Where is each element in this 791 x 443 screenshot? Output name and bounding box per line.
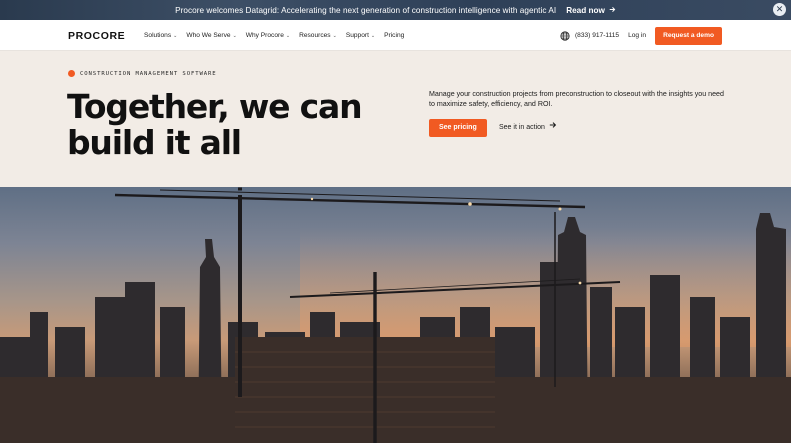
phone-number[interactable]: (833) 917-1115 [575, 32, 619, 39]
arrow-right-icon [549, 119, 557, 137]
nav-menu: Solutions ⌄ Who We Serve ⌄ Why Procore ⌄… [144, 20, 404, 51]
hero-image [0, 187, 791, 443]
nav-item-resources[interactable]: Resources ⌄ [299, 32, 337, 39]
nav-item-why-procore[interactable]: Why Procore ⌄ [246, 32, 290, 39]
nav-right: (833) 917-1115 Log in Request a demo [560, 20, 722, 51]
chevron-down-icon: ⌄ [370, 32, 376, 39]
login-link[interactable]: Log in [628, 32, 646, 39]
procore-logo[interactable]: PROCORE [68, 30, 125, 42]
nav-item-support[interactable]: Support ⌄ [346, 32, 375, 39]
nav-item-pricing[interactable]: Pricing [384, 32, 404, 39]
read-now-label: Read now [566, 5, 605, 15]
nav-item-solutions[interactable]: Solutions ⌄ [144, 32, 177, 39]
nav-item-who-we-serve[interactable]: Who We Serve ⌄ [186, 32, 236, 39]
hero-headline: Together, we can build it all [67, 87, 363, 162]
close-icon[interactable]: ✕ [773, 3, 786, 16]
chevron-down-icon: ⌄ [232, 32, 237, 39]
read-now-link[interactable]: Read now [566, 6, 616, 15]
nav-item-label: Why Procore [245, 32, 284, 39]
see-pricing-button[interactable]: See pricing [429, 119, 487, 137]
globe-icon[interactable] [560, 30, 570, 41]
hero-description: Manage your construction projects from p… [429, 90, 724, 108]
chevron-down-icon: ⌄ [332, 32, 337, 39]
orange-dot-icon [68, 70, 75, 77]
announcement-bar: Procore welcomes Datagrid: Accelerating … [0, 0, 791, 20]
eyebrow-text: CONSTRUCTION MANAGEMENT SOFTWARE [80, 70, 217, 77]
arrow-right-icon [609, 6, 616, 15]
chevron-down-icon: ⌄ [173, 32, 178, 39]
nav-item-label: Solutions [144, 32, 172, 39]
nav-item-label: Pricing [384, 32, 405, 39]
nav-item-label: Resources [299, 32, 331, 39]
request-demo-button[interactable]: Request a demo [655, 26, 722, 45]
nav-item-label: Support [345, 32, 369, 39]
construction-skyline-image [0, 187, 791, 443]
main-navigation: PROCORE Solutions ⌄ Who We Serve ⌄ Why P… [0, 20, 791, 51]
eyebrow: CONSTRUCTION MANAGEMENT SOFTWARE [68, 70, 217, 77]
nav-item-label: Who We Serve [186, 32, 231, 39]
see-it-in-action-link[interactable]: See it in action [499, 119, 557, 137]
announcement-message: Procore welcomes Datagrid: Accelerating … [175, 5, 557, 15]
hero-section: CONSTRUCTION MANAGEMENT SOFTWARE Togethe… [0, 51, 791, 187]
chevron-down-icon: ⌄ [285, 32, 291, 39]
see-it-in-action-label: See it in action [499, 124, 545, 131]
